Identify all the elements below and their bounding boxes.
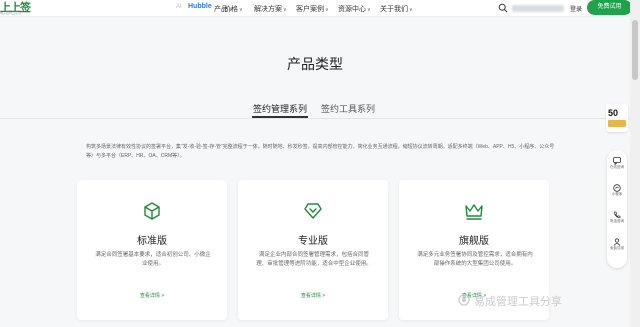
promo-ribbon [608,120,626,127]
miniprogram-icon [613,184,621,192]
floating-contact-panel: 在线咨询 小程序 电话咨询 免费试用 [607,150,627,268]
logo[interactable]: 上上签 电子签约云平台 [0,0,46,17]
chat-icon [613,157,621,165]
card-description: 满足多元业务签署协同及管控需求，适合拥有内部操作系统的大型集团公司使用。 [417,252,533,267]
side-label: 免费试用 [610,246,624,250]
product-card-professional[interactable]: 专业版 满足企业内部合同签署管理需求，包括合同管理、审批管理等进阶功能，适合中型… [238,180,388,320]
side-item-miniprogram[interactable]: 小程序 [607,184,627,197]
free-trial-button[interactable]: 免费试用 [587,0,632,15]
page-title: 产品类型 [287,56,343,72]
tab-signing-management[interactable]: 签约管理系列 [253,102,307,115]
card-description: 满足企业内部合同签署管理需求，包括合同管理、审批管理等进阶功能，适合中型企业使用… [256,252,372,267]
shield-icon [304,203,322,219]
nav-label: 解决方案 [254,6,282,13]
chevron-down-icon: ∨ [239,7,243,13]
phone-icon [613,211,621,219]
nav-label: 关于我们 [380,6,408,13]
chevron-down-icon: ∨ [325,7,329,13]
card-description: 满足合同签署基本要求，适合初创公司、小微企业使用。 [95,252,211,267]
side-item-free-trial[interactable]: 免费试用 [607,238,627,251]
chevron-down-icon: ∨ [283,7,287,13]
nav-item-cases[interactable]: 客户案例∨ [296,4,329,14]
product-card-standard[interactable]: 标准版 满足合同签署基本要求，适合初创公司、小微企业使用。 查看详情 > [77,180,227,320]
view-details-link[interactable]: 查看详情 > [238,292,388,299]
series-description: 构筑多场景法律有效性协议的签署平台，集“发-收-验-签-存-管”完整流程于一体，… [86,144,555,159]
account-info-blurred [512,5,564,12]
nav-label: 客户案例 [296,6,324,13]
tab-signing-tools[interactable]: 签约工具系列 [321,102,375,115]
side-label: 电话咨询 [610,219,624,223]
top-nav: 上上签 电子签约云平台 AI Hubble 产品∨ 价格∨ 解决方案∨ 客户案例… [0,0,640,17]
login-link[interactable]: 登录 [570,4,582,13]
ai-mark: AI [176,4,182,10]
side-item-phone[interactable]: 电话咨询 [607,211,627,224]
search-icon[interactable] [498,3,508,13]
card-title: 旗舰版 [459,236,489,247]
nav-item-pricing[interactable]: 价格∨ [224,4,243,14]
card-title: 标准版 [137,236,167,247]
nav-item-resources[interactable]: 资源中心∨ [338,4,371,14]
card-title: 专业版 [298,236,328,247]
promo-badge[interactable]: 50 [606,104,628,132]
scrollbar-thumb[interactable] [632,20,638,80]
hubble-link[interactable]: Hubble [188,3,212,10]
chevron-down-icon: ∨ [367,7,371,13]
nav-label: 价格 [224,6,238,13]
crown-icon [465,204,483,220]
cube-icon [144,202,160,220]
user-trial-icon [613,238,621,246]
view-details-link[interactable]: 查看详情 > [77,292,227,299]
watermark-logo-icon [458,294,470,306]
promo-number: 50 [608,108,619,118]
chevron-down-icon: ∨ [409,7,413,13]
nav-item-solutions[interactable]: 解决方案∨ [254,4,287,14]
nav-label: 资源中心 [338,6,366,13]
side-label: 在线咨询 [610,165,624,169]
logo-subtitle: 电子签约云平台 [0,11,22,15]
side-item-online-consult[interactable]: 在线咨询 [607,157,627,170]
watermark-text: 易成管理工具分享 [474,296,562,308]
side-label: 小程序 [611,192,623,196]
tabs-divider [0,118,630,119]
nav-item-about[interactable]: 关于我们∨ [380,4,413,14]
